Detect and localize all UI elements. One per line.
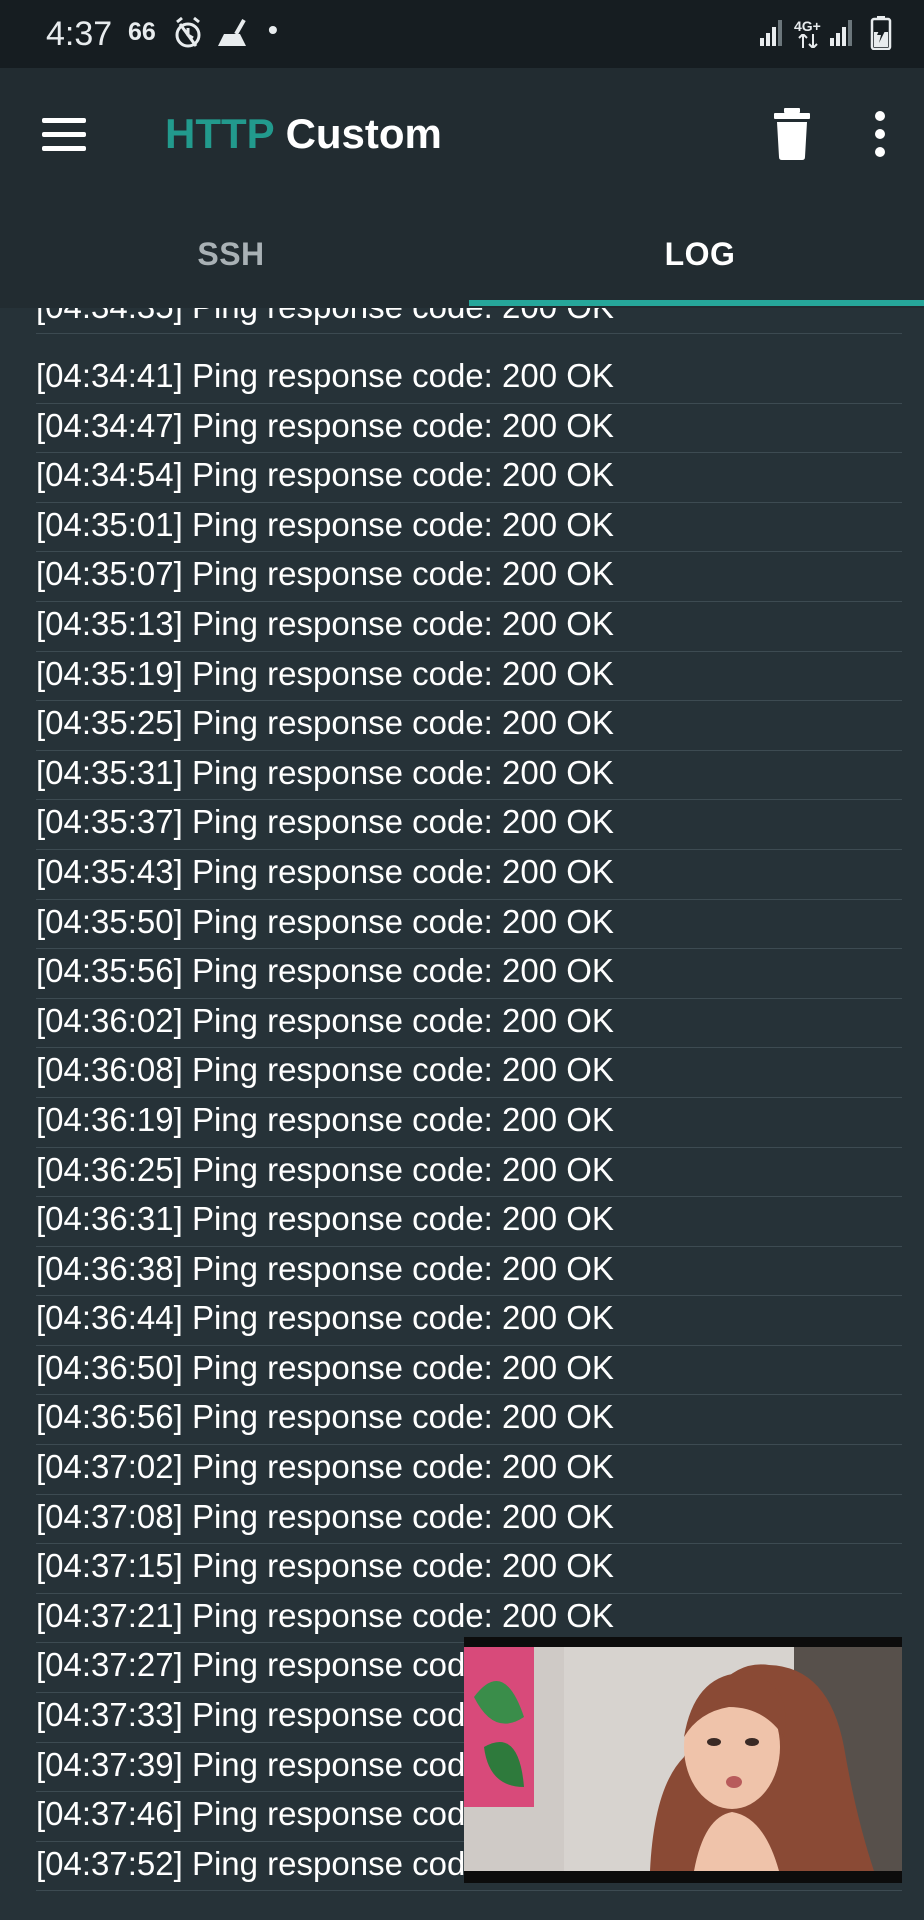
log-row: [04:34:47] Ping response code: 200 OK (36, 404, 902, 454)
log-row: [04:36:50] Ping response code: 200 OK (36, 1346, 902, 1396)
app-title-accent: HTTP (165, 110, 274, 157)
log-row: [04:35:19] Ping response code: 200 OK (36, 652, 902, 702)
status-dot: • (268, 14, 278, 45)
network-type-label: 4G+ (794, 18, 821, 34)
log-row: [04:35:31] Ping response code: 200 OK (36, 751, 902, 801)
log-row: [04:36:08] Ping response code: 200 OK (36, 1048, 902, 1098)
log-row: [04:35:07] Ping response code: 200 OK (36, 552, 902, 602)
log-row: [04:35:01] Ping response code: 200 OK (36, 503, 902, 553)
log-row: [04:36:31] Ping response code: 200 OK (36, 1197, 902, 1247)
log-row: [04:36:19] Ping response code: 200 OK (36, 1098, 902, 1148)
signal-strength-icon (760, 20, 782, 46)
log-row: [04:35:43] Ping response code: 200 OK (36, 850, 902, 900)
app-title: HTTP Custom (165, 108, 442, 160)
log-row: [04:37:15] Ping response code: 200 OK (36, 1544, 902, 1594)
log-row: [04:37:02] Ping response code: 200 OK (36, 1445, 902, 1495)
log-row: [04:36:02] Ping response code: 200 OK (36, 999, 902, 1049)
log-row: [04:35:56] Ping response code: 200 OK (36, 949, 902, 999)
log-row: [04:37:21] Ping response code: 200 OK (36, 1594, 902, 1644)
signal-strength-2-icon (830, 20, 852, 46)
cleaner-icon (218, 19, 246, 46)
log-row: [04:34:54] Ping response code: 200 OK (36, 453, 902, 503)
tab-bar: SSH LOG (0, 200, 924, 308)
log-row: [04:36:44] Ping response code: 200 OK (36, 1296, 902, 1346)
data-transfer-icon (798, 34, 818, 48)
picture-in-picture-video[interactable] (464, 1637, 902, 1883)
log-row: [04:37:08] Ping response code: 200 OK (36, 1495, 902, 1545)
app-bar: HTTP Custom (0, 68, 924, 200)
trash-icon[interactable] (770, 108, 814, 160)
tab-ssh[interactable]: SSH (0, 200, 462, 308)
battery-charging-icon (870, 16, 892, 50)
log-row: [04:35:13] Ping response code: 200 OK (36, 602, 902, 652)
log-row: [04:35:25] Ping response code: 200 OK (36, 701, 902, 751)
log-row: [04:36:25] Ping response code: 200 OK (36, 1148, 902, 1198)
status-bar: 4:37 66 • 4G+ (0, 0, 924, 68)
log-row-partial: [04:34:35] Ping response code: 200 OK (36, 308, 902, 334)
log-row: [04:36:56] Ping response code: 200 OK (36, 1395, 902, 1446)
status-time: 4:37 (46, 15, 113, 53)
status-notification-count: 66 (128, 18, 156, 46)
hamburger-menu-icon[interactable] (34, 107, 94, 161)
app-title-rest: Custom (273, 110, 442, 157)
tab-selected-indicator (469, 300, 924, 306)
video-frame-image (464, 1637, 902, 1883)
more-vert-icon[interactable] (866, 104, 894, 164)
tab-log[interactable]: LOG (469, 200, 924, 308)
log-row: [04:36:38] Ping response code: 200 OK (36, 1247, 902, 1297)
log-row: [04:35:50] Ping response code: 200 OK (36, 900, 902, 950)
log-row: [04:35:37] Ping response code: 200 OK (36, 800, 902, 850)
alarm-icon (175, 16, 201, 48)
log-row: [04:34:41] Ping response code: 200 OK (36, 354, 902, 404)
